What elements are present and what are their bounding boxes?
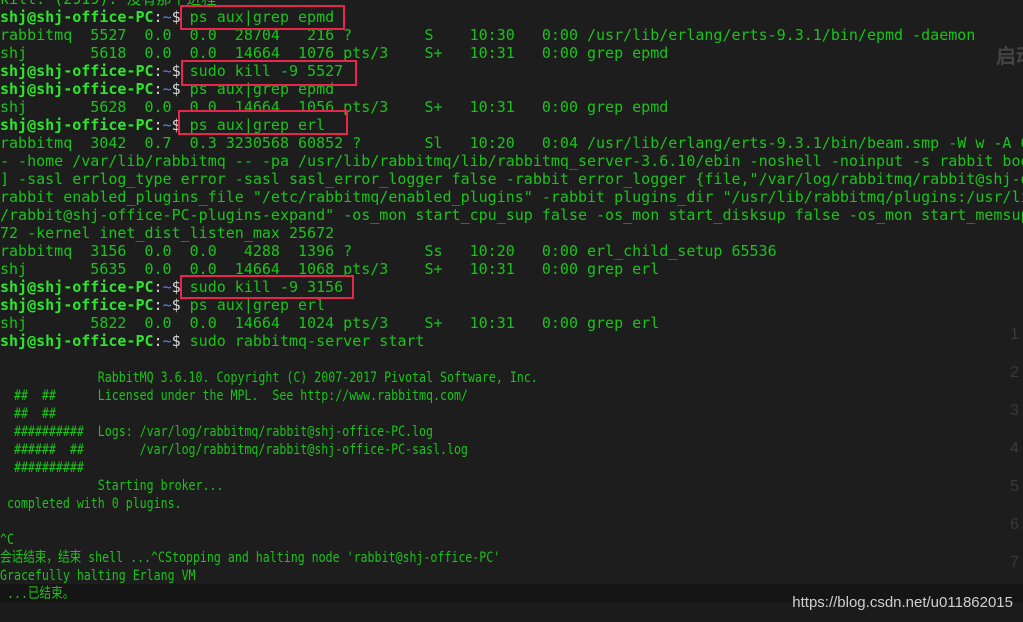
output-text: rabbitmq 3042 0.7 0.3 3230568 60852 ? Sl… [0,134,1023,152]
output-line: ###### ## /var/log/rabbitmq/rabbit@shj-o… [0,440,1023,458]
prompt-user-host: shj@shj-office-PC [0,332,154,350]
output-line: ## ## [0,404,1023,422]
output-text: ########## [0,460,84,476]
output-line: ^C [0,530,1023,548]
output-text: ########## Logs: /var/log/rabbitmq/rabbi… [0,424,433,440]
prompt-path: ~ [162,278,172,296]
output-text: ###### ## /var/log/rabbitmq/rabbit@shj-o… [0,442,468,458]
output-text: rabbitmq 5527 0.0 0.0 28704 216 ? S 10:3… [0,26,976,44]
prompt-colon: : [153,278,163,296]
command-text: ps aux|grep erl [189,116,326,134]
prompt-path: ~ [162,62,172,80]
command-text: ps aux|grep erl [189,296,326,314]
output-line: ########## Logs: /var/log/rabbitmq/rabbi… [0,422,1023,440]
output-line: kill: (2919): 没有那个进程 [0,0,1023,8]
output-text: Starting broker... [0,478,224,494]
command-text: ps aux|grep epmd [189,80,335,98]
output-text: Gracefully halting Erlang VM [0,568,196,584]
prompt-symbol: $ [171,62,190,80]
output-line: rabbitmq 3156 0.0 0.0 4288 1396 ? Ss 10:… [0,242,1023,260]
prompt-symbol: $ [171,278,190,296]
prompt-line: shj@shj-office-PC:~$ ps aux|grep erl [0,296,1023,314]
output-line: Gracefully halting Erlang VM [0,566,1023,584]
prompt-path: ~ [162,80,172,98]
prompt-path: ~ [162,116,172,134]
output-text: shj 5618 0.0 0.0 14664 1076 pts/3 S+ 10:… [0,44,669,62]
prompt-colon: : [153,8,163,26]
prompt-colon: : [153,116,163,134]
prompt-colon: : [153,332,163,350]
prompt-user-host: shj@shj-office-PC [0,296,154,314]
output-line: 72 -kernel inet_dist_listen_max 25672 [0,224,1023,242]
output-line: ## ## Licensed under the MPL. See http:/… [0,386,1023,404]
output-text: ^C [0,532,14,548]
output-line: 会话结束，结束 shell ...^CStopping and halting … [0,548,1023,566]
output-line: shj 5635 0.0 0.0 14664 1068 pts/3 S+ 10:… [0,260,1023,278]
output-text: 72 -kernel inet_dist_listen_max 25672 [0,224,335,242]
output-text: shj 5822 0.0 0.0 14664 1024 pts/3 S+ 10:… [0,314,660,332]
output-text: ...已结束。 [0,586,75,602]
output-text: shj 5635 0.0 0.0 14664 1068 pts/3 S+ 10:… [0,260,660,278]
output-line: rabbitmq 3042 0.7 0.3 3230568 60852 ? Sl… [0,134,1023,152]
output-line: RabbitMQ 3.6.10. Copyright (C) 2007-2017… [0,368,1023,386]
command-text: sudo kill -9 3156 [189,278,344,296]
output-line: completed with 0 plugins. [0,494,1023,512]
output-line: rabbitmq 5527 0.0 0.0 28704 216 ? S 10:3… [0,26,1023,44]
prompt-path: ~ [162,296,172,314]
prompt-colon: : [153,296,163,314]
output-text: - -home /var/lib/rabbitmq -- -pa /usr/li… [0,152,1023,170]
prompt-user-host: shj@shj-office-PC [0,80,154,98]
prompt-line: shj@shj-office-PC:~$ ps aux|grep erl [0,116,1023,134]
output-text: RabbitMQ 3.6.10. Copyright (C) 2007-2017… [0,370,538,386]
prompt-line: shj@shj-office-PC:~$ sudo kill -9 3156 [0,278,1023,296]
prompt-colon: : [153,80,163,98]
prompt-user-host: shj@shj-office-PC [0,62,154,80]
prompt-path: ~ [162,8,172,26]
prompt-symbol: $ [171,80,190,98]
output-line: Starting broker... [0,476,1023,494]
prompt-colon: : [153,62,163,80]
output-text: ## ## Licensed under the MPL. See http:/… [0,388,468,404]
output-line: rabbit enabled_plugins_file "/etc/rabbit… [0,188,1023,206]
prompt-line: shj@shj-office-PC:~$ ps aux|grep epmd [0,8,1023,26]
output-text: ## ## [0,406,56,422]
prompt-user-host: shj@shj-office-PC [0,8,154,26]
prompt-line: shj@shj-office-PC:~$ sudo rabbitmq-serve… [0,332,1023,350]
output-line: shj 5618 0.0 0.0 14664 1076 pts/3 S+ 10:… [0,44,1023,62]
terminal-output[interactable]: kill: (2919): 没有那个进程shj@shj-office-PC:~$… [0,0,1023,602]
prompt-symbol: $ [171,296,190,314]
command-text: sudo rabbitmq-server start [189,332,425,350]
output-text: ] -sasl errlog_type error -sasl sasl_err… [0,170,1023,188]
prompt-user-host: shj@shj-office-PC [0,278,154,296]
output-line: shj 5628 0.0 0.0 14664 1056 pts/3 S+ 10:… [0,98,1023,116]
output-text: shj 5628 0.0 0.0 14664 1056 pts/3 S+ 10:… [0,98,669,116]
command-text: ps aux|grep epmd [189,8,335,26]
output-text: rabbit enabled_plugins_file "/etc/rabbit… [0,188,1023,206]
prompt-symbol: $ [171,8,190,26]
output-text: /rabbit@shj-office-PC-plugins-expand" -o… [0,206,1023,224]
output-text: completed with 0 plugins. [0,496,182,512]
command-text: sudo kill -9 5527 [189,62,344,80]
output-line: - -home /var/lib/rabbitmq -- -pa /usr/li… [0,152,1023,170]
prompt-line: shj@shj-office-PC:~$ sudo kill -9 5527 [0,62,1023,80]
prompt-path: ~ [162,332,172,350]
output-text: 会话结束，结束 shell ...^CStopping and halting … [0,550,501,566]
prompt-symbol: $ [171,332,190,350]
prompt-line: shj@shj-office-PC:~$ ps aux|grep epmd [0,80,1023,98]
output-line: /rabbit@shj-office-PC-plugins-expand" -o… [0,206,1023,224]
output-text: rabbitmq 3156 0.0 0.0 4288 1396 ? Ss 10:… [0,242,777,260]
output-line: ########## [0,458,1023,476]
watermark: https://blog.csdn.net/u011862015 [792,594,1013,611]
prompt-symbol: $ [171,116,190,134]
output-text: kill: (2919): 没有那个进程 [0,0,216,8]
output-line: shj 5822 0.0 0.0 14664 1024 pts/3 S+ 10:… [0,314,1023,332]
prompt-user-host: shj@shj-office-PC [0,116,154,134]
output-line: ] -sasl errlog_type error -sasl sasl_err… [0,170,1023,188]
